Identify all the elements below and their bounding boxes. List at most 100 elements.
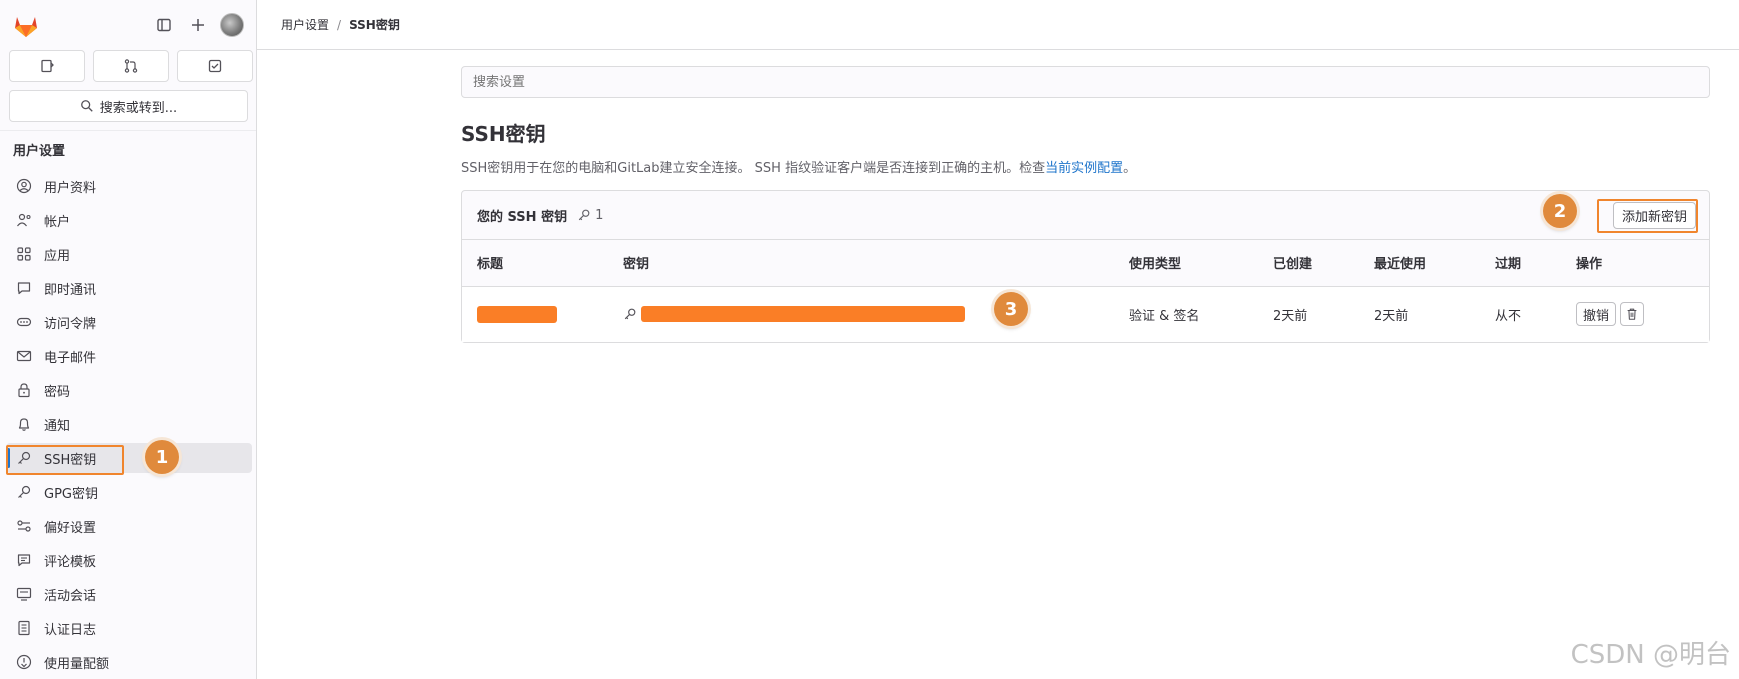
sidebar-item-label: 用户资料 — [44, 180, 97, 196]
add-new-key-button[interactable]: 添加新密钥 — [1612, 202, 1696, 229]
chat-icon — [16, 280, 32, 296]
column-header-created: 已创建 — [1258, 240, 1359, 287]
page-title: SSH密钥 — [461, 122, 546, 146]
page-description-text: SSH密钥用于在您的电脑和GitLab建立安全连接。 SSH 指纹验证客户端是否… — [461, 161, 1046, 176]
sidebar-item-emails[interactable]: 电子邮件 — [6, 341, 252, 371]
card-header: 您的 SSH 密钥 1 添加新密钥 — [462, 191, 1709, 240]
column-header-title: 标题 — [462, 240, 608, 287]
gitlab-logo-icon[interactable] — [12, 12, 40, 40]
sidebar-item-label: 密码 — [44, 384, 71, 400]
step-badge-2: 2 — [1543, 194, 1577, 228]
column-header-last-used: 最近使用 — [1359, 240, 1480, 287]
cell-expires: 从不 — [1480, 286, 1561, 342]
sidebar-section-title: 用户设置 — [13, 144, 66, 159]
sidebar-item-label: 电子邮件 — [44, 350, 97, 366]
breadcrumb: 用户设置 / SSH密钥 — [257, 0, 1739, 50]
account-icon — [16, 212, 32, 228]
key-icon — [16, 484, 32, 500]
page-description-end: 。 — [1123, 161, 1137, 176]
sidebar-item-label: 偏好设置 — [44, 520, 97, 536]
redacted-key-fingerprint — [641, 306, 965, 323]
sidebar-item-access-tokens[interactable]: 访问令牌 — [6, 307, 252, 337]
page-description: SSH密钥用于在您的电脑和GitLab建立安全连接。 SSH 指纹验证客户端是否… — [461, 157, 1710, 176]
merge-request-icon — [124, 59, 138, 73]
sidebar-header — [0, 0, 256, 50]
step-badge-3: 3 — [994, 292, 1028, 326]
sidebar-item-ssh-keys[interactable]: SSH密钥 — [6, 443, 252, 473]
sidebar-item-notifications[interactable]: 通知 — [6, 409, 252, 439]
sidebar-item-label: 通知 — [44, 418, 71, 434]
sidebar-item-usage-quotas[interactable]: 使用量配额 — [6, 647, 252, 677]
sidebar-item-comment-templates[interactable]: 评论模板 — [6, 545, 252, 575]
cell-key — [608, 286, 1114, 342]
merge-requests-button[interactable] — [93, 50, 169, 82]
sidebar-item-label: 应用 — [44, 248, 71, 264]
key-count: 1 — [595, 207, 604, 223]
log-icon — [16, 620, 32, 636]
sidebar-nav: 用户资料 帐户 应用 即时通讯 访问令牌 电子邮件 密码 通知 SSH密钥 GP… — [6, 171, 252, 679]
trash-icon — [1627, 308, 1637, 321]
sidebar-search-button[interactable]: 搜索或转到... — [9, 90, 248, 122]
divider — [0, 130, 256, 131]
avatar[interactable] — [220, 13, 244, 37]
mail-icon — [16, 348, 32, 364]
sidebar-toggle-icon[interactable] — [152, 13, 176, 37]
sidebar-item-password[interactable]: 密码 — [6, 375, 252, 405]
issues-button[interactable] — [9, 50, 85, 82]
user-circle-icon — [16, 178, 32, 194]
sidebar-item-applications[interactable]: 应用 — [6, 239, 252, 269]
column-header-expires: 过期 — [1480, 240, 1561, 287]
cell-actions: 撤销 — [1561, 286, 1709, 342]
cell-last-used: 2天前 — [1359, 286, 1480, 342]
cell-usage-type: 验证 & 签名 — [1114, 286, 1258, 342]
preferences-icon — [16, 518, 32, 534]
sidebar-item-label: 认证日志 — [44, 622, 97, 638]
revoke-button[interactable]: 撤销 — [1576, 302, 1617, 327]
watermark: CSDN @明台 — [1570, 640, 1731, 670]
sidebar-item-label: 活动会话 — [44, 588, 97, 604]
instance-config-link[interactable]: 当前实例配置 — [1045, 161, 1123, 176]
breadcrumb-item-ssh-keys: SSH密钥 — [349, 18, 400, 32]
key-icon — [578, 209, 590, 221]
key-count-badge: 1 — [577, 208, 603, 223]
quick-actions — [9, 50, 253, 82]
column-header-key: 密钥 — [608, 240, 1114, 287]
apps-icon — [16, 246, 32, 262]
sidebar-item-chat[interactable]: 即时通讯 — [6, 273, 252, 303]
search-settings-input[interactable] — [461, 66, 1710, 98]
cell-title — [462, 286, 608, 342]
monitor-icon — [16, 586, 32, 602]
sidebar-item-label: 使用量配额 — [44, 656, 110, 672]
sidebar-item-profile[interactable]: 用户资料 — [6, 171, 252, 201]
table-row: 验证 & 签名 2天前 2天前 从不 撤销 — [462, 286, 1709, 342]
redacted-key-title[interactable] — [477, 305, 557, 323]
token-icon — [16, 314, 32, 330]
sidebar-search-label: 搜索或转到... — [99, 100, 178, 116]
plus-icon[interactable] — [186, 13, 210, 37]
column-header-actions: 操作 — [1561, 240, 1709, 287]
breadcrumb-separator: / — [337, 17, 342, 32]
sidebar-item-auth-log[interactable]: 认证日志 — [6, 613, 252, 643]
cell-created: 2天前 — [1258, 286, 1359, 342]
sidebar-item-label: 帐户 — [44, 214, 71, 230]
sidebar-item-label: 访问令牌 — [44, 316, 97, 332]
sidebar-item-account[interactable]: 帐户 — [6, 205, 252, 235]
sidebar-item-preferences[interactable]: 偏好设置 — [6, 511, 252, 541]
key-icon — [16, 450, 32, 466]
delete-button[interactable] — [1620, 302, 1645, 327]
issues-icon — [41, 59, 54, 73]
sidebar-item-active-sessions[interactable]: 活动会话 — [6, 579, 252, 609]
ssh-keys-table: 标题 密钥 使用类型 已创建 最近使用 过期 操作 验证 & 签名 2天前 2天… — [462, 240, 1709, 342]
lock-icon — [16, 382, 32, 398]
todos-button[interactable] — [177, 50, 253, 82]
todo-icon — [208, 59, 222, 73]
sidebar-item-label: 评论模板 — [44, 554, 97, 570]
sidebar-item-label: SSH密钥 — [44, 452, 97, 468]
column-header-usage-type: 使用类型 — [1114, 240, 1258, 287]
sidebar: 搜索或转到... 用户设置 用户资料 帐户 应用 即时通讯 访问令牌 电子邮件 — [0, 0, 257, 679]
sidebar-item-label: 即时通讯 — [44, 282, 97, 298]
card-title: 您的 SSH 密钥 — [477, 209, 568, 225]
breadcrumb-item-user-settings[interactable]: 用户设置 — [281, 16, 329, 33]
table-header-row: 标题 密钥 使用类型 已创建 最近使用 过期 操作 — [462, 240, 1709, 287]
sidebar-item-gpg-keys[interactable]: GPG密钥 — [6, 477, 252, 507]
